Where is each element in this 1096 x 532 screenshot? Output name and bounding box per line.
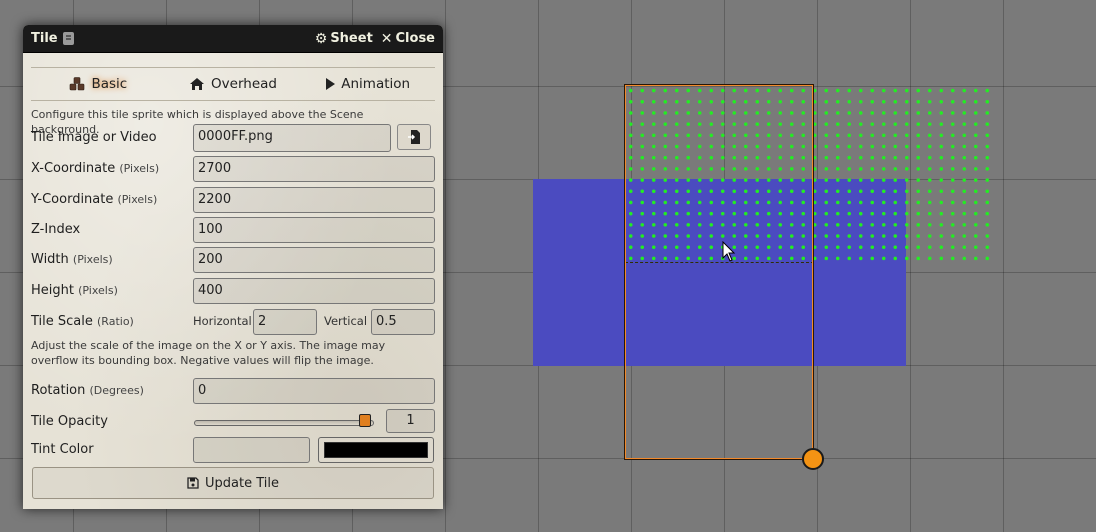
- x-coordinate-label: X-Coordinate (Pixels): [31, 161, 193, 176]
- width-input[interactable]: 200: [193, 247, 435, 273]
- tab-basic[interactable]: Basic: [31, 76, 166, 92]
- window-title: Tile: [31, 31, 58, 46]
- mouse-cursor-icon: [722, 241, 736, 262]
- height-input[interactable]: 400: [193, 278, 435, 304]
- image-label: Tile Image or Video: [31, 129, 157, 145]
- tab-animation-label: Animation: [341, 76, 411, 92]
- tint-label: Tint Color: [31, 441, 94, 457]
- rotation-label-text: Rotation: [31, 382, 86, 398]
- gear-icon: ⚙: [314, 30, 328, 47]
- y-label-text: Y-Coordinate: [31, 191, 114, 207]
- close-label: Close: [395, 31, 435, 46]
- update-tile-label: Update Tile: [205, 475, 279, 491]
- tab-basic-label: Basic: [91, 76, 128, 92]
- height-label: Height (Pixels): [31, 283, 193, 298]
- horizontal-label: Horizontal: [193, 314, 252, 328]
- sheet-label: Sheet: [330, 31, 373, 46]
- scale-hint: Adjust the scale of the image on the X o…: [31, 339, 386, 367]
- width-label: Width (Pixels): [31, 252, 193, 267]
- cubes-icon: [70, 77, 85, 91]
- tab-animation[interactable]: Animation: [300, 76, 435, 92]
- image-path-input[interactable]: 0000FF.png: [193, 124, 391, 152]
- height-unit: (Pixels): [78, 283, 118, 297]
- play-icon: [326, 78, 336, 90]
- x-coordinate-input[interactable]: 2700: [193, 156, 435, 182]
- close-icon: ✕: [380, 30, 393, 47]
- home-icon: [190, 78, 205, 90]
- sheet-button[interactable]: ⚙ Sheet: [315, 31, 373, 46]
- file-import-icon: [408, 130, 420, 144]
- vertical-label: Vertical: [324, 314, 368, 328]
- update-tile-button[interactable]: Update Tile: [32, 467, 434, 499]
- width-label-text: Width: [31, 251, 69, 267]
- opacity-slider-thumb[interactable]: [359, 414, 371, 427]
- resize-handle[interactable]: [802, 448, 824, 470]
- width-unit: (Pixels): [72, 252, 113, 266]
- z-index-input[interactable]: 100: [193, 217, 435, 243]
- opacity-value[interactable]: 1: [386, 409, 435, 433]
- y-coordinate-label: Y-Coordinate (Pixels): [31, 192, 193, 207]
- opacity-label: Tile Opacity: [31, 413, 108, 429]
- scale-unit: (Ratio): [97, 314, 134, 328]
- scale-x-input[interactable]: 2: [253, 309, 317, 335]
- height-label-text: Height: [31, 282, 74, 298]
- rotation-input[interactable]: 0: [193, 378, 435, 404]
- opacity-slider[interactable]: [194, 420, 374, 426]
- x-label-text: X-Coordinate: [31, 160, 116, 176]
- tab-overhead[interactable]: Overhead: [166, 76, 301, 92]
- close-button[interactable]: ✕ Close: [381, 31, 435, 46]
- x-unit: (Pixels): [119, 161, 160, 175]
- tab-overhead-label: Overhead: [211, 76, 277, 92]
- y-unit: (Pixels): [117, 192, 158, 206]
- rotation-label: Rotation (Degrees): [31, 383, 193, 398]
- scale-label-text: Tile Scale: [31, 313, 93, 329]
- file-picker-button[interactable]: [397, 124, 431, 150]
- tab-bar: Basic Overhead Animation: [31, 67, 435, 101]
- tint-color-picker[interactable]: [318, 437, 434, 463]
- rotation-unit: (Degrees): [89, 383, 144, 397]
- z-index-label: Z-Index: [31, 221, 81, 237]
- save-icon: [187, 477, 199, 489]
- tile-scale-label: Tile Scale (Ratio): [31, 314, 193, 329]
- tile-config-window: Tile ⚙ Sheet ✕ Close Basic Overhead Anim…: [23, 25, 443, 509]
- tint-color-text-input[interactable]: [193, 437, 310, 463]
- scale-y-input[interactable]: 0.5: [371, 309, 435, 335]
- book-icon: [62, 32, 74, 45]
- tile-frame-highlight: [625, 85, 813, 459]
- tint-color-fill: [324, 442, 428, 458]
- y-coordinate-input[interactable]: 2200: [193, 187, 435, 213]
- window-header[interactable]: Tile ⚙ Sheet ✕ Close: [23, 25, 443, 53]
